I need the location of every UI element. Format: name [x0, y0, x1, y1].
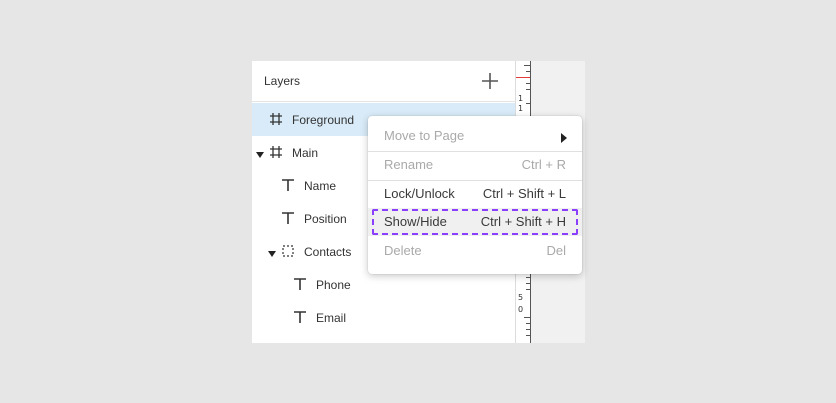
menu-item-label: Rename	[384, 157, 434, 172]
layer-label: Name	[304, 179, 337, 193]
ruler-tick	[526, 71, 530, 72]
ruler-tick	[526, 289, 530, 290]
add-layer-button[interactable]	[480, 71, 500, 91]
menu-item-shortcut: Ctrl + Shift + H	[480, 214, 566, 229]
ruler-tick	[526, 277, 530, 278]
layer-label: Email	[316, 311, 347, 325]
ruler-tick	[526, 83, 530, 84]
menu-item-label: Show/Hide	[384, 214, 447, 229]
plus-icon	[482, 73, 498, 89]
menu-item-label: Lock/Unlock	[384, 186, 455, 201]
ruler-tick	[524, 317, 530, 318]
menu-item-label: Move to Page	[384, 128, 465, 143]
ruler-tick	[526, 283, 530, 284]
ruler-tick	[526, 335, 530, 336]
group-icon	[280, 243, 296, 259]
caret-down-icon[interactable]	[268, 247, 276, 257]
text-icon	[292, 309, 308, 325]
frame-icon	[268, 111, 284, 127]
text-icon	[280, 210, 296, 226]
layers-title: Layers	[264, 74, 301, 88]
ruler-label: 5	[518, 293, 524, 302]
layer-label: Phone	[316, 278, 351, 292]
ruler-tick	[526, 103, 530, 104]
ruler-label: 1	[518, 104, 524, 113]
menu-item-show-hide[interactable]: Show/Hide Ctrl + Shift + H	[368, 208, 582, 236]
menu-item-label: Delete	[384, 243, 422, 258]
ruler-marker	[516, 77, 530, 78]
caret-down-icon[interactable]	[256, 148, 264, 158]
ruler-tick	[526, 89, 530, 90]
text-icon	[292, 276, 308, 292]
menu-item-shortcut: Ctrl + Shift + L	[482, 186, 566, 201]
ruler-tick	[524, 65, 530, 66]
ruler-tick	[526, 329, 530, 330]
frame-icon	[268, 144, 284, 160]
text-icon	[280, 177, 296, 193]
ruler-label: 1	[518, 94, 524, 103]
context-menu: Move to Page Rename Ctrl + R Lock/Unlock…	[368, 116, 582, 274]
layers-header: Layers	[252, 61, 515, 102]
layer-label: Position	[304, 212, 347, 226]
layer-label: Foreground	[292, 113, 355, 127]
menu-item-shortcut: Del	[546, 243, 566, 258]
menu-item-shortcut: Ctrl + R	[521, 157, 566, 172]
menu-item-rename[interactable]: Rename Ctrl + R	[368, 151, 582, 179]
layer-label: Main	[292, 146, 319, 160]
chevron-right-icon	[560, 131, 568, 143]
ruler-tick	[526, 323, 530, 324]
menu-item-delete[interactable]: Delete Del	[368, 237, 582, 265]
layer-row-email[interactable]: Email	[252, 301, 515, 334]
layer-label: Contacts	[304, 245, 352, 259]
ruler-label: 0	[518, 305, 524, 314]
menu-item-move-to-page[interactable]: Move to Page	[368, 122, 582, 150]
menu-item-lock-unlock[interactable]: Lock/Unlock Ctrl + Shift + L	[368, 180, 582, 208]
